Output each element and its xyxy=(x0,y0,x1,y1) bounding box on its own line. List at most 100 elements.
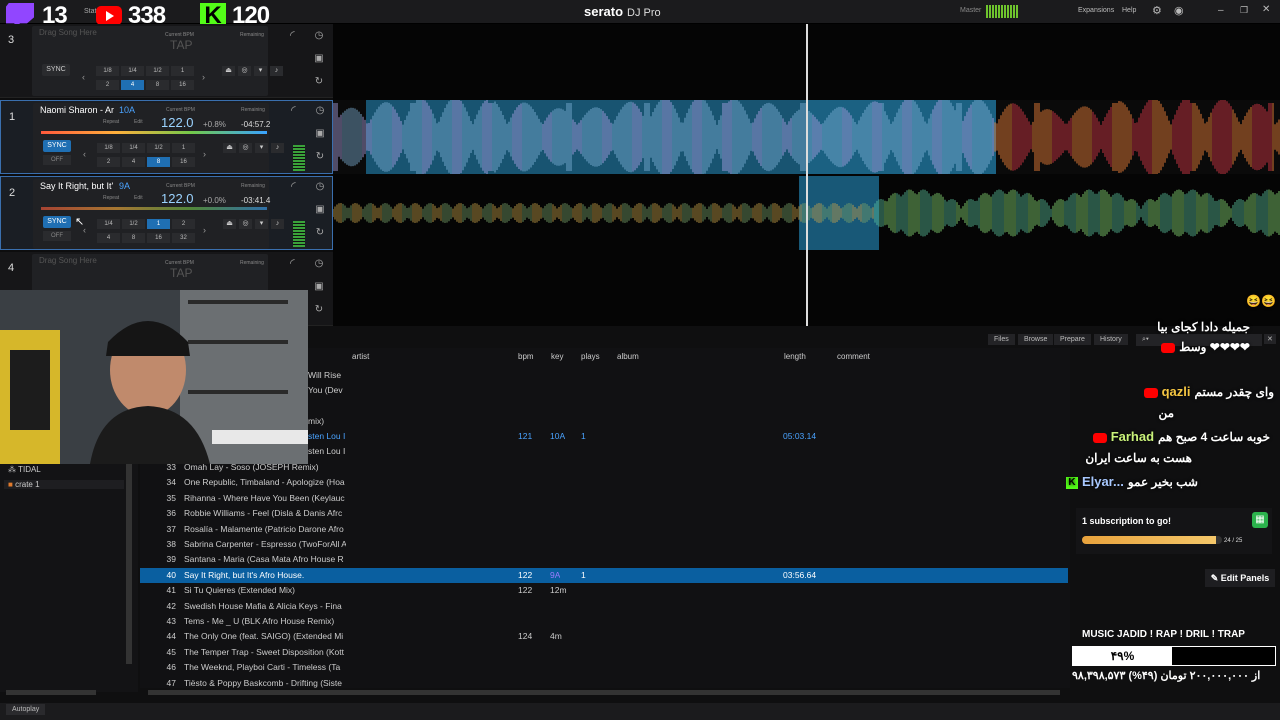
track-progress[interactable] xyxy=(41,131,267,134)
deck-3[interactable]: 3 Drag Song Here TAP Current BPM Remaini… xyxy=(0,24,333,98)
loop-button[interactable]: 8 xyxy=(147,157,170,167)
crates-scrollbar[interactable] xyxy=(126,464,132,664)
menu-expansions[interactable]: Expansions xyxy=(1078,7,1114,14)
eject-icon[interactable]: ⏏ xyxy=(223,143,236,153)
loop-next-icon[interactable]: › xyxy=(203,149,206,159)
lock-icon[interactable]: ▣ xyxy=(312,53,326,76)
crate-1[interactable]: ■ crate 1 xyxy=(4,480,124,489)
track-progress[interactable] xyxy=(41,207,267,210)
eject-icon[interactable]: ⏏ xyxy=(222,66,235,76)
menu-help[interactable]: Help xyxy=(1122,7,1136,14)
table-row[interactable]: 40 Say It Right, but It's Afro House. 122 9… xyxy=(140,567,1068,583)
key-icon[interactable]: ♪ xyxy=(271,143,284,153)
clock-icon[interactable]: ◷ xyxy=(313,181,327,204)
lock-icon[interactable]: ▣ xyxy=(313,204,327,227)
loop-button[interactable]: 1/8 xyxy=(96,66,119,76)
edit-panels-button[interactable]: ✎ Edit Panels xyxy=(1205,569,1275,587)
platter-icon[interactable]: ◜ xyxy=(290,28,295,42)
column-key[interactable]: key xyxy=(551,352,563,361)
table-row[interactable]: 46 The Weeknd, Playboi Carti - Timeless (… xyxy=(140,660,1068,675)
platter-icon[interactable]: ◜ xyxy=(290,256,295,270)
table-row[interactable]: 45 The Temper Trap - Sweet Disposition (K… xyxy=(140,645,1068,660)
loop-button[interactable]: 16 xyxy=(171,80,194,90)
table-row[interactable]: 36 Robbie Williams - Feel (Disla & Danis … xyxy=(140,506,1068,521)
loop-next-icon[interactable]: › xyxy=(203,225,206,235)
sync-icon[interactable]: ↻ xyxy=(313,227,327,250)
censor-icon[interactable]: ◎ xyxy=(238,66,251,76)
sync-button[interactable]: SYNC xyxy=(43,216,71,228)
loop-button[interactable]: 32 xyxy=(172,233,195,243)
table-row[interactable]: 44 The Only One (feat. SAIGO) (Extended M… xyxy=(140,629,1068,644)
loop-button[interactable]: 8 xyxy=(122,233,145,243)
column-album[interactable]: album xyxy=(617,352,639,361)
loop-button[interactable]: 4 xyxy=(122,157,145,167)
lock-icon[interactable]: ▣ xyxy=(312,281,326,304)
platter-icon[interactable]: ◜ xyxy=(291,103,296,117)
loop-button[interactable]: 1/2 xyxy=(122,219,145,229)
edit-label[interactable]: Edit xyxy=(134,195,143,201)
lock-icon[interactable]: ▣ xyxy=(313,128,327,151)
deck-drop-zone[interactable]: Drag Song Here xyxy=(39,28,97,37)
column-bpm[interactable]: bpm xyxy=(518,352,534,361)
tab-files[interactable]: Files xyxy=(988,334,1015,345)
minimize-icon[interactable]: – xyxy=(1218,5,1224,16)
tap-button[interactable]: TAP xyxy=(170,38,192,52)
deck-1[interactable]: 1 Naomi Sharon - Ar 10A Current BPM Rema… xyxy=(0,100,333,174)
table-row[interactable]: 34 One Republic, Timbaland - Apologize (H… xyxy=(140,475,1068,490)
autoplay-button[interactable]: Autoplay xyxy=(6,704,46,715)
tab-browse[interactable]: Browse xyxy=(1018,334,1054,345)
loop-button[interactable]: 2 xyxy=(97,157,120,167)
table-row[interactable]: 42 Swedish House Mafia & Alicia Keys - Fi… xyxy=(140,599,1068,614)
clock-icon[interactable]: ◷ xyxy=(312,30,326,53)
loop-button[interactable]: 2 xyxy=(96,80,119,90)
column-artist[interactable]: artist xyxy=(352,352,369,361)
eject-icon[interactable]: ⏏ xyxy=(223,219,236,229)
loop-button[interactable]: 2 xyxy=(172,219,195,229)
loop-button[interactable]: 4 xyxy=(97,233,120,243)
loop-button[interactable]: 1/4 xyxy=(121,66,144,76)
loop-button[interactable]: 1/2 xyxy=(147,143,170,153)
maximize-icon[interactable]: ❐ xyxy=(1240,5,1248,16)
platter-icon[interactable]: ◜ xyxy=(291,179,296,193)
loop-button[interactable]: 1/4 xyxy=(97,219,120,229)
crate-tidal[interactable]: ⁂ TIDAL xyxy=(8,465,41,474)
sync-icon[interactable]: ↻ xyxy=(312,304,326,327)
loop-button[interactable]: 16 xyxy=(172,157,195,167)
user-icon[interactable]: ◉ xyxy=(1174,4,1184,17)
menu-icon[interactable]: ▾ xyxy=(254,66,267,76)
tap-button[interactable]: TAP xyxy=(170,266,192,280)
loop-button[interactable]: 8 xyxy=(146,80,169,90)
off-button[interactable]: OFF xyxy=(43,231,71,241)
table-row[interactable]: 38 Sabrina Carpenter - Espresso (TwoForAl… xyxy=(140,537,1068,552)
clock-icon[interactable]: ◷ xyxy=(313,105,327,128)
sync-icon[interactable]: ↻ xyxy=(313,151,327,174)
edit-label[interactable]: Edit xyxy=(134,119,143,125)
loop-button[interactable]: 1 xyxy=(171,66,194,76)
table-row[interactable]: 35 Rihanna - Where Have You Been (Keylauc xyxy=(140,491,1068,506)
crates-hscrollbar[interactable] xyxy=(6,690,96,695)
loop-button[interactable]: 1 xyxy=(172,143,195,153)
key-icon[interactable]: ♪ xyxy=(271,219,284,229)
close-icon[interactable]: ✕ xyxy=(1262,4,1270,15)
loop-button[interactable]: 1 xyxy=(147,219,170,229)
sync-button[interactable]: SYNC xyxy=(43,140,71,152)
table-row[interactable]: 47 Tiësto & Poppy Baskcomb - Drifting (Si… xyxy=(140,676,1068,691)
column-plays[interactable]: plays xyxy=(581,352,600,361)
sync-icon[interactable]: ↻ xyxy=(312,76,326,99)
deck-2[interactable]: 2 Say It Right, but It' 9A Current BPM R… xyxy=(0,176,333,250)
key-icon[interactable]: ♪ xyxy=(270,66,283,76)
clock-icon[interactable]: ◷ xyxy=(312,258,326,281)
table-row[interactable]: 37 Rosalía - Malamente (Patricio Darone A… xyxy=(140,522,1068,537)
loop-button[interactable]: 4 xyxy=(121,80,144,90)
repeat-label[interactable]: Repeat xyxy=(103,195,119,201)
loop-button[interactable]: 1/2 xyxy=(146,66,169,76)
loop-button[interactable]: 1/4 xyxy=(122,143,145,153)
menu-icon[interactable]: ▾ xyxy=(255,143,268,153)
table-row[interactable]: 43 Tems - Me _ U (BLK Afro House Remix) xyxy=(140,614,1068,629)
off-button[interactable]: OFF xyxy=(43,155,71,165)
censor-icon[interactable]: ◎ xyxy=(239,143,252,153)
loop-prev-icon[interactable]: ‹ xyxy=(83,149,86,159)
table-row[interactable]: 41 Si Tu Quieres (Extended Mix) 122 12m xyxy=(140,583,1068,598)
repeat-label[interactable]: Repeat xyxy=(103,119,119,125)
censor-icon[interactable]: ◎ xyxy=(239,219,252,229)
